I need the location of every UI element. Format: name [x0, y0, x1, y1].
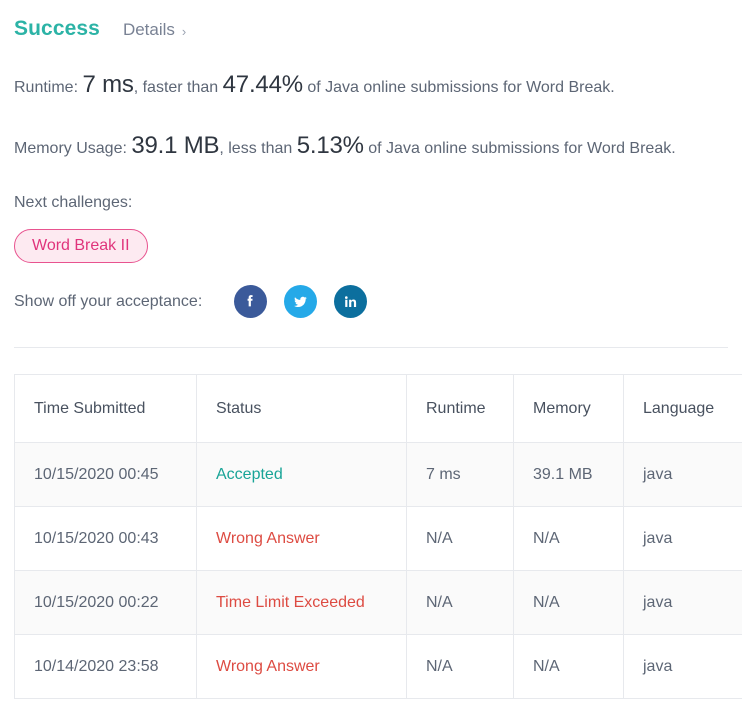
- cell-time-submitted: 10/15/2020 00:22: [14, 570, 197, 636]
- runtime-middle-text: , faster than: [133, 79, 219, 96]
- facebook-icon: [247, 295, 253, 307]
- next-challenges-list: Word Break II: [14, 212, 728, 264]
- cell-memory: N/A: [513, 634, 624, 700]
- cell-runtime: 7 ms: [406, 442, 514, 508]
- next-challenge-word-break-ii[interactable]: Word Break II: [14, 228, 148, 264]
- memory-percentile: 5.13%: [296, 131, 364, 159]
- next-challenges-label: Next challenges:: [14, 193, 133, 211]
- memory-stat-line: Memory Usage: 39.1 MB, less than 5.13% o…: [14, 129, 726, 164]
- details-link-label: Details: [122, 20, 175, 39]
- details-link[interactable]: Details ›: [123, 20, 186, 40]
- submission-status-title: Success: [14, 17, 100, 40]
- cell-runtime: N/A: [406, 570, 514, 636]
- share-linkedin-button[interactable]: [334, 285, 368, 319]
- cell-time-submitted: 10/14/2020 23:58: [14, 634, 197, 700]
- col-header-language: Language: [623, 374, 742, 444]
- share-label: Show off your acceptance:: [14, 292, 203, 310]
- linkedin-icon: [344, 295, 356, 307]
- cell-language: java: [623, 634, 742, 700]
- section-divider: [14, 347, 728, 349]
- runtime-percentile: 47.44%: [222, 71, 303, 98]
- table-row: 10/15/2020 00:45 Accepted 7 ms 39.1 MB j…: [14, 442, 742, 508]
- status-link[interactable]: Accepted: [216, 466, 283, 483]
- share-twitter-button[interactable]: [284, 285, 318, 319]
- runtime-label: Runtime:: [14, 79, 79, 96]
- cell-runtime: N/A: [406, 634, 514, 700]
- submissions-table: Time Submitted Status Runtime Memory Lan…: [14, 374, 742, 700]
- submissions-table-head: Time Submitted Status Runtime Memory Lan…: [14, 374, 742, 444]
- share-facebook-button[interactable]: [234, 285, 268, 319]
- status-link[interactable]: Time Limit Exceeded: [216, 594, 365, 611]
- cell-language: java: [623, 506, 742, 572]
- twitter-icon: [294, 296, 308, 308]
- submission-result-panel: Success Details › Runtime: 7 ms, faster …: [0, 0, 742, 723]
- status-header: Success Details ›: [14, 0, 728, 41]
- memory-middle-text: , less than: [219, 139, 293, 157]
- chevron-right-icon: ›: [181, 23, 187, 39]
- social-share-list: [234, 285, 368, 319]
- cell-language: java: [623, 570, 742, 636]
- cell-status: Wrong Answer: [196, 506, 407, 572]
- status-link[interactable]: Wrong Answer: [216, 658, 320, 675]
- memory-suffix-text: of Java online submissions for Word Brea…: [368, 139, 676, 157]
- cell-time-submitted: 10/15/2020 00:43: [14, 506, 197, 572]
- cell-memory: 39.1 MB: [513, 442, 624, 508]
- table-row: 10/15/2020 00:43 Wrong Answer N/A N/A ja…: [14, 506, 742, 572]
- runtime-suffix-text: of Java online submissions for Word Brea…: [307, 79, 615, 96]
- submissions-table-body: 10/15/2020 00:45 Accepted 7 ms 39.1 MB j…: [14, 442, 742, 700]
- col-header-memory: Memory: [513, 374, 624, 444]
- cell-runtime: N/A: [406, 506, 514, 572]
- status-link[interactable]: Wrong Answer: [216, 530, 320, 547]
- col-header-time-submitted: Time Submitted: [14, 374, 197, 444]
- cell-time-submitted: 10/15/2020 00:45: [14, 442, 197, 508]
- cell-status: Time Limit Exceeded: [196, 570, 407, 636]
- runtime-value: 7 ms: [82, 71, 134, 98]
- table-header-row: Time Submitted Status Runtime Memory Lan…: [14, 374, 742, 444]
- cell-status: Accepted: [196, 442, 407, 508]
- submissions-table-wrap: Time Submitted Status Runtime Memory Lan…: [14, 374, 742, 700]
- share-row: Show off your acceptance:: [14, 285, 728, 319]
- cell-language: java: [623, 442, 742, 508]
- memory-value: 39.1 MB: [131, 131, 220, 159]
- cell-status: Wrong Answer: [196, 634, 407, 700]
- cell-memory: N/A: [513, 570, 624, 636]
- table-row: 10/14/2020 23:58 Wrong Answer N/A N/A ja…: [14, 634, 742, 700]
- memory-label: Memory Usage:: [14, 139, 127, 157]
- col-header-status: Status: [196, 374, 407, 444]
- col-header-runtime: Runtime: [406, 374, 514, 444]
- runtime-stat-line: Runtime: 7 ms, faster than 47.44% of Jav…: [14, 68, 726, 103]
- cell-memory: N/A: [513, 506, 624, 572]
- table-row: 10/15/2020 00:22 Time Limit Exceeded N/A…: [14, 570, 742, 636]
